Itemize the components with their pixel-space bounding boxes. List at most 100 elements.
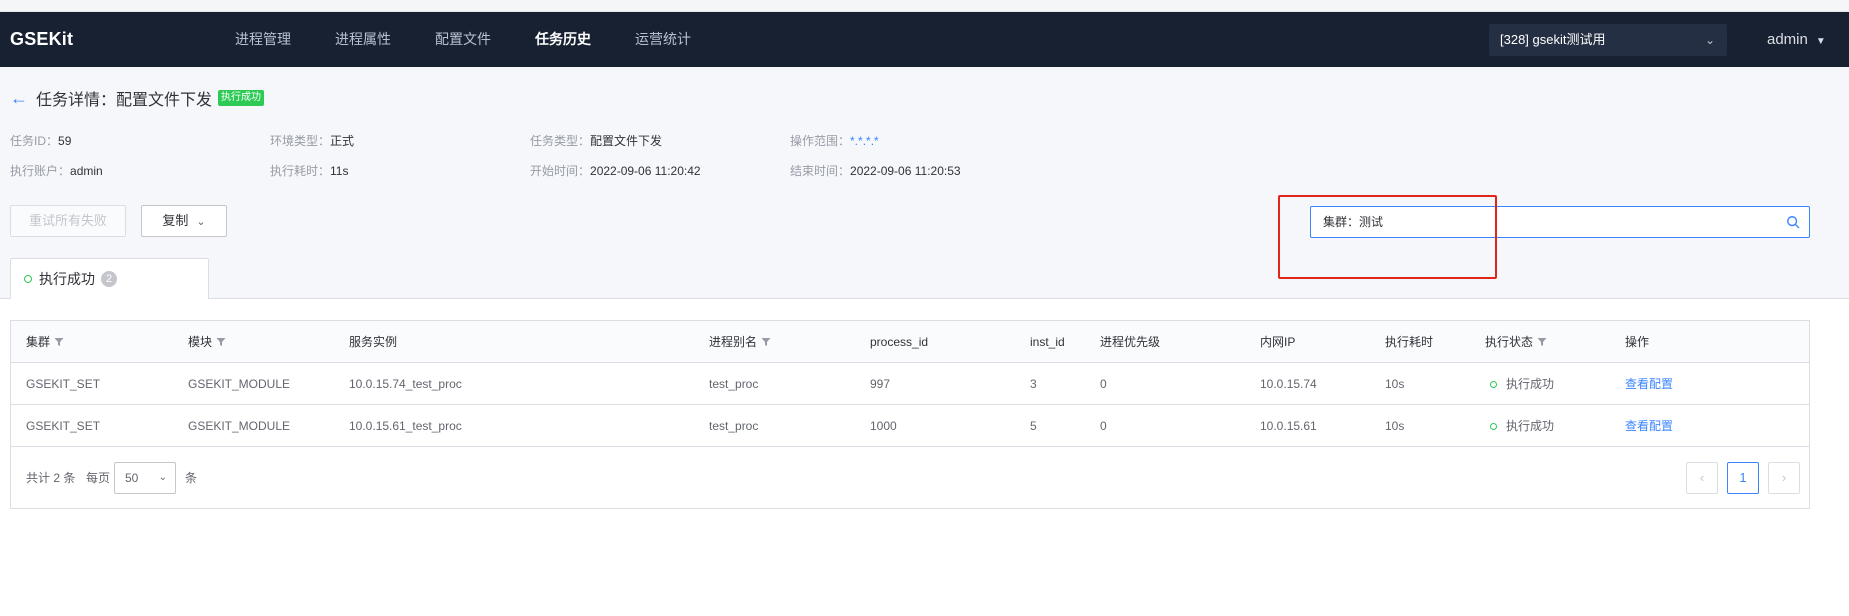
column-header-cluster: 集群 — [26, 321, 64, 363]
info-duration: 执行耗时：11s — [270, 162, 348, 179]
info-end-time: 结束时间：2022-09-06 11:20:53 — [790, 162, 961, 179]
copy-label: 复制 — [162, 213, 189, 228]
nav-item-config-file[interactable]: 配置文件 — [435, 12, 491, 67]
cell-alias: test_proc — [709, 419, 759, 433]
total-count: 2 — [53, 471, 61, 485]
scope-link[interactable]: *.*.*.* — [850, 134, 879, 148]
column-label: 集群 — [26, 335, 51, 349]
info-label: 操作范围： — [790, 134, 851, 148]
column-header-duration: 执行耗时 — [1385, 335, 1434, 349]
cell-action: 查看配置 — [1625, 405, 1673, 447]
filter-icon[interactable] — [54, 337, 64, 347]
table-header-row: 集群 模块 服务实例 进程别名 process_id inst_id 进程优先级… — [11, 321, 1809, 363]
cell-ip: 10.0.15.74 — [1260, 377, 1317, 391]
browser-chrome-strip — [0, 0, 1849, 12]
success-status-icon — [1490, 423, 1497, 430]
chevron-down-icon: ⌄ — [196, 216, 206, 228]
success-status-icon — [1490, 381, 1497, 388]
info-label: 执行账户： — [10, 164, 71, 178]
column-header-module: 模块 — [188, 321, 226, 363]
view-config-link[interactable]: 查看配置 — [1625, 419, 1673, 433]
brand-logo: GSEKit — [10, 29, 74, 49]
caret-down-icon: ▼ — [1815, 36, 1826, 47]
info-label: 环境类型： — [270, 134, 331, 148]
filter-icon[interactable] — [1537, 337, 1547, 347]
filter-icon[interactable] — [216, 337, 226, 347]
chevron-right-icon[interactable]: › — [1768, 462, 1800, 494]
page-number-button[interactable]: 1 — [1727, 462, 1759, 494]
arrow-left-icon[interactable]: ← — [10, 89, 28, 107]
user-menu[interactable]: admin ▼ — [1767, 12, 1826, 67]
info-scope: 操作范围：*.*.*.* — [790, 132, 879, 149]
table-row: GSEKIT_SET GSEKIT_MODULE 10.0.15.74_test… — [11, 363, 1809, 405]
info-start-time: 开始时间：2022-09-06 11:20:42 — [530, 162, 701, 179]
column-label: 执行状态 — [1485, 335, 1534, 349]
page-size-unit: 条 — [185, 471, 198, 485]
business-select-value: [328] gsekit测试用 — [1500, 32, 1606, 47]
column-header-instance: 服务实例 — [349, 335, 398, 349]
status-text: 执行成功 — [1506, 419, 1555, 433]
nav-menu: 进程管理 进程属性 配置文件 任务历史 运营统计 — [235, 12, 735, 67]
column-header-inst-id: inst_id — [1030, 335, 1065, 349]
filter-icon[interactable] — [761, 337, 771, 347]
info-value: 2022-09-06 11:20:53 — [850, 164, 961, 178]
user-name: admin — [1767, 31, 1808, 48]
content-header-area — [0, 67, 1849, 299]
status-badge: 执行成功 — [218, 90, 265, 106]
copy-dropdown-button[interactable]: 复制 ⌄ — [141, 205, 227, 237]
chevron-left-icon[interactable]: ‹ — [1686, 462, 1718, 494]
cell-duration: 10s — [1385, 377, 1405, 391]
cell-instance: 10.0.15.61_test_proc — [349, 419, 462, 433]
cell-status: 执行成功 — [1490, 363, 1554, 405]
pagination: 共计 2 条 每页 50 ⌄ 条 ‹ 1 › — [11, 447, 1809, 509]
chevron-down-icon: ⌄ — [158, 472, 167, 483]
info-label: 执行耗时： — [270, 164, 331, 178]
cell-process-id: 997 — [870, 377, 891, 391]
cell-cluster: GSEKIT_SET — [26, 377, 101, 391]
info-label: 开始时间： — [530, 164, 591, 178]
nav-item-process-manage[interactable]: 进程管理 — [235, 12, 291, 67]
info-label: 任务类型： — [530, 134, 591, 148]
column-header-ip: 内网IP — [1260, 335, 1296, 349]
tab-bar-line — [0, 298, 1849, 299]
cell-priority: 0 — [1100, 419, 1107, 433]
cell-priority: 0 — [1100, 377, 1107, 391]
cell-instance: 10.0.15.74_test_proc — [349, 377, 462, 391]
cell-inst-id: 5 — [1030, 419, 1037, 433]
cell-cluster: GSEKIT_SET — [26, 419, 101, 433]
info-value: 正式 — [330, 134, 355, 148]
cell-status: 执行成功 — [1490, 405, 1554, 447]
status-text: 执行成功 — [1506, 377, 1555, 391]
cell-action: 查看配置 — [1625, 363, 1673, 405]
info-value: 11s — [330, 164, 349, 178]
annotation-highlight-box — [1278, 195, 1497, 279]
column-header-process-id: process_id — [870, 335, 929, 349]
retry-all-failed-button[interactable]: 重试所有失败 — [10, 205, 126, 237]
pagination-total: 共计 2 条 — [26, 447, 75, 509]
tab-success[interactable]: 执行成功 2 — [10, 258, 209, 299]
cell-process-id: 1000 — [870, 419, 897, 433]
chevron-down-icon: ⌄ — [1704, 33, 1715, 47]
cell-module: GSEKIT_MODULE — [188, 377, 291, 391]
success-status-icon — [24, 275, 32, 283]
nav-item-operation-stats[interactable]: 运营统计 — [635, 12, 691, 67]
per-page-label: 每页 — [86, 471, 111, 485]
info-account: 执行账户：admin — [10, 162, 103, 179]
business-select[interactable]: [328] gsekit测试用 ⌄ — [1489, 24, 1727, 56]
column-header-priority: 进程优先级 — [1100, 335, 1161, 349]
column-header-alias: 进程别名 — [709, 321, 771, 363]
search-icon[interactable] — [1786, 215, 1800, 229]
nav-item-process-attr[interactable]: 进程属性 — [335, 12, 391, 67]
page-size-select[interactable]: 50 ⌄ — [114, 462, 176, 494]
cell-duration: 10s — [1385, 419, 1405, 433]
nav-item-task-history[interactable]: 任务历史 — [535, 12, 591, 67]
page-header: ← 任务详情：配置文件下发 执行成功 — [10, 86, 265, 110]
info-task-id: 任务ID：59 — [10, 132, 71, 149]
tab-count-badge: 2 — [101, 271, 117, 287]
total-suffix: 条 — [63, 471, 76, 485]
view-config-link[interactable]: 查看配置 — [1625, 377, 1673, 391]
cell-alias: test_proc — [709, 377, 759, 391]
column-label: 模块 — [188, 335, 213, 349]
cell-ip: 10.0.15.61 — [1260, 419, 1317, 433]
tab-label: 执行成功 — [39, 271, 95, 287]
